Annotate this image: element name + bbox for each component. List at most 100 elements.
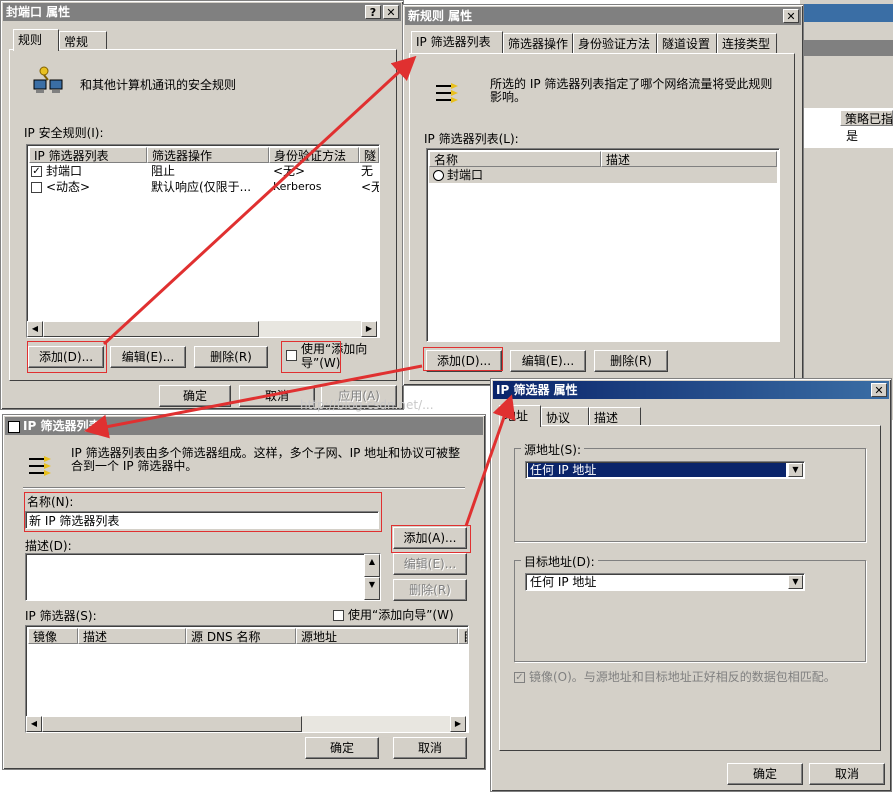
ok-button[interactable]: 确定 (305, 737, 379, 759)
filter-icon (436, 83, 458, 103)
tab-auth-method[interactable]: 身份验证方法 (573, 33, 657, 53)
edit-filter-button[interactable]: 编辑(E)... (393, 553, 467, 575)
column-header-auth[interactable]: 身份验证方法 (269, 147, 359, 163)
column-header-mirror[interactable]: 镜像 (28, 628, 78, 644)
column-header-description[interactable]: 描述 (78, 628, 186, 644)
rule-checkbox[interactable] (31, 182, 42, 193)
network-computers-icon (33, 66, 63, 93)
remove-filter-button[interactable]: 删除(R) (393, 579, 467, 601)
column-header-description[interactable]: 描述 (601, 151, 777, 167)
address-panel: 源地址(S): 任何 IP 地址 ▼ 目标地址(D): 任何 IP 地址 ▼ ✓… (499, 425, 881, 751)
radio-button[interactable] (433, 170, 444, 181)
mirror-label: 镜像(O)。与源地址和目标地址正好相反的数据包相匹配。 (529, 670, 836, 684)
cancel-button[interactable]: 取消 (809, 763, 885, 785)
remove-rule-button[interactable]: 删除(R) (194, 346, 268, 368)
watermark: http://blog.csdn.net/... (300, 398, 434, 412)
column-header-source-dns[interactable]: 源 DNS 名称 (186, 628, 296, 644)
tab-connection-type[interactable]: 连接类型 (717, 33, 777, 53)
rule-action: 阻止 (151, 164, 176, 178)
list-item[interactable]: 封端口 (429, 167, 777, 183)
annotation-box-add (391, 525, 471, 553)
window-title: 封端口 属性 (6, 5, 71, 19)
rule-name: 封端口 (46, 164, 83, 178)
description-label: 描述(D): (25, 539, 72, 553)
ok-button[interactable]: 确定 (159, 385, 231, 407)
rule-tunnel: <无 (361, 180, 379, 194)
scroll-down-icon[interactable]: ▼ (364, 577, 380, 600)
mirror-checkbox[interactable]: ✓ (514, 672, 525, 683)
scrollbar-thumb[interactable] (43, 321, 259, 337)
scroll-left-icon[interactable]: ◀ (27, 321, 43, 337)
help-button[interactable]: ? (365, 5, 381, 19)
destination-address-group: 目标地址(D): 任何 IP 地址 ▼ (514, 553, 866, 662)
rule-checkbox[interactable]: ✓ (31, 166, 42, 177)
column-header-tunnel[interactable]: 隧 (359, 147, 379, 163)
scroll-left-icon[interactable]: ◀ (26, 716, 42, 732)
table-row[interactable]: <动态> (31, 179, 149, 195)
cancel-button[interactable]: 取消 (393, 737, 467, 759)
ip-filter-list-window: IP 筛选器列表 IP 筛选器列表由多个筛选器组成。这样，多个子网、IP 地址和… (2, 414, 486, 770)
window-icon (8, 420, 20, 433)
use-wizard-option[interactable]: 使用“添加向导”(W) (333, 606, 454, 623)
horizontal-scrollbar[interactable]: ◀ ▶ (26, 716, 466, 732)
filter-list-description: IP 筛选器列表由多个筛选器组成。这样，多个子网、IP 地址和协议可被整合到一个… (71, 446, 461, 473)
close-button[interactable]: ✕ (383, 5, 399, 19)
remove-filter-list-button[interactable]: 删除(R) (594, 350, 668, 372)
tab-tunnel-settings[interactable]: 隧道设置 (657, 33, 717, 53)
tab-rules[interactable]: 规则 (13, 29, 59, 51)
tab-description[interactable]: 描述 (589, 407, 641, 427)
source-address-group: 源地址(S): 任何 IP 地址 ▼ (514, 441, 866, 542)
chevron-down-icon[interactable]: ▼ (788, 463, 803, 477)
source-address-select[interactable]: 任何 IP 地址 ▼ (525, 461, 805, 479)
edit-rule-button[interactable]: 编辑(E)... (110, 346, 186, 368)
tab-protocol[interactable]: 协议 (541, 407, 589, 427)
chevron-down-icon[interactable]: ▼ (788, 575, 803, 589)
tab-address[interactable]: 地址 (499, 405, 541, 427)
filter-list-name: 封端口 (447, 168, 484, 182)
rules-list-label: IP 安全规则(I): (24, 126, 104, 140)
tab-general[interactable]: 常规 (59, 31, 107, 51)
destination-address-value: 任何 IP 地址 (530, 575, 597, 589)
horizontal-scrollbar[interactable]: ◀ ▶ (27, 321, 377, 337)
column-header-destination[interactable]: 目 (458, 628, 468, 644)
window-title: IP 筛选器列表 (23, 419, 101, 433)
rule-auth: Kerberos (273, 180, 322, 193)
scroll-right-icon[interactable]: ▶ (450, 716, 466, 732)
rule-properties-titlebar: 封端口 属性 ? ✕ (3, 3, 401, 21)
source-address-value: 任何 IP 地址 (528, 463, 786, 477)
column-header-filter-action[interactable]: 筛选器操作 (147, 147, 269, 163)
rule-action: 默认响应(仅限于... (151, 180, 252, 194)
rule-tunnel: 无 (361, 164, 374, 178)
close-button[interactable]: ✕ (871, 383, 887, 397)
destination-address-select[interactable]: 任何 IP 地址 ▼ (525, 573, 805, 591)
close-button[interactable]: ✕ (783, 9, 799, 23)
scrollbar-thumb[interactable] (42, 716, 302, 732)
filters-list[interactable]: 镜像 描述 源 DNS 名称 源地址 目 ◀ ▶ (25, 625, 469, 733)
rules-list[interactable]: IP 筛选器列表 筛选器操作 身份验证方法 隧 ✓ 封端口 阻止 <无> 无 <动… (26, 144, 380, 338)
annotation-box-wizard (281, 341, 341, 373)
column-header-filter-list[interactable]: IP 筛选器列表 (29, 147, 147, 163)
use-wizard-label: 使用“添加向导”(W) (348, 608, 454, 622)
use-wizard-checkbox[interactable] (333, 610, 344, 621)
background-column-header[interactable]: 策略已指 (840, 110, 893, 126)
column-header-name[interactable]: 名称 (429, 151, 601, 167)
background-window: 策略已指 是 (800, 0, 893, 420)
table-row[interactable]: ✓ 封端口 (31, 163, 149, 179)
edit-filter-list-button[interactable]: 编辑(E)... (510, 350, 586, 372)
scroll-right-icon[interactable]: ▶ (361, 321, 377, 337)
mirror-option[interactable]: ✓ 镜像(O)。与源地址和目标地址正好相反的数据包相匹配。 (514, 668, 836, 685)
column-header-source-address[interactable]: 源地址 (296, 628, 458, 644)
scroll-up-icon[interactable]: ▲ (364, 554, 380, 577)
background-toolbar (800, 40, 893, 56)
description-field[interactable]: ▲ ▼ (25, 553, 381, 601)
ok-button[interactable]: 确定 (727, 763, 803, 785)
filter-list[interactable]: 名称 描述 封端口 (426, 148, 780, 342)
rules-description: 和其他计算机通讯的安全规则 (80, 78, 237, 92)
rule-name: <动态> (46, 180, 91, 194)
window-title: 新规则 属性 (408, 9, 473, 23)
tab-filter-action[interactable]: 筛选器操作 (503, 33, 573, 53)
tab-ip-filter-list[interactable]: IP 筛选器列表 (411, 31, 503, 53)
window-title: IP 筛选器 属性 (496, 383, 578, 397)
annotation-box-add (27, 341, 107, 373)
destination-address-label: 目标地址(D): (521, 553, 598, 570)
